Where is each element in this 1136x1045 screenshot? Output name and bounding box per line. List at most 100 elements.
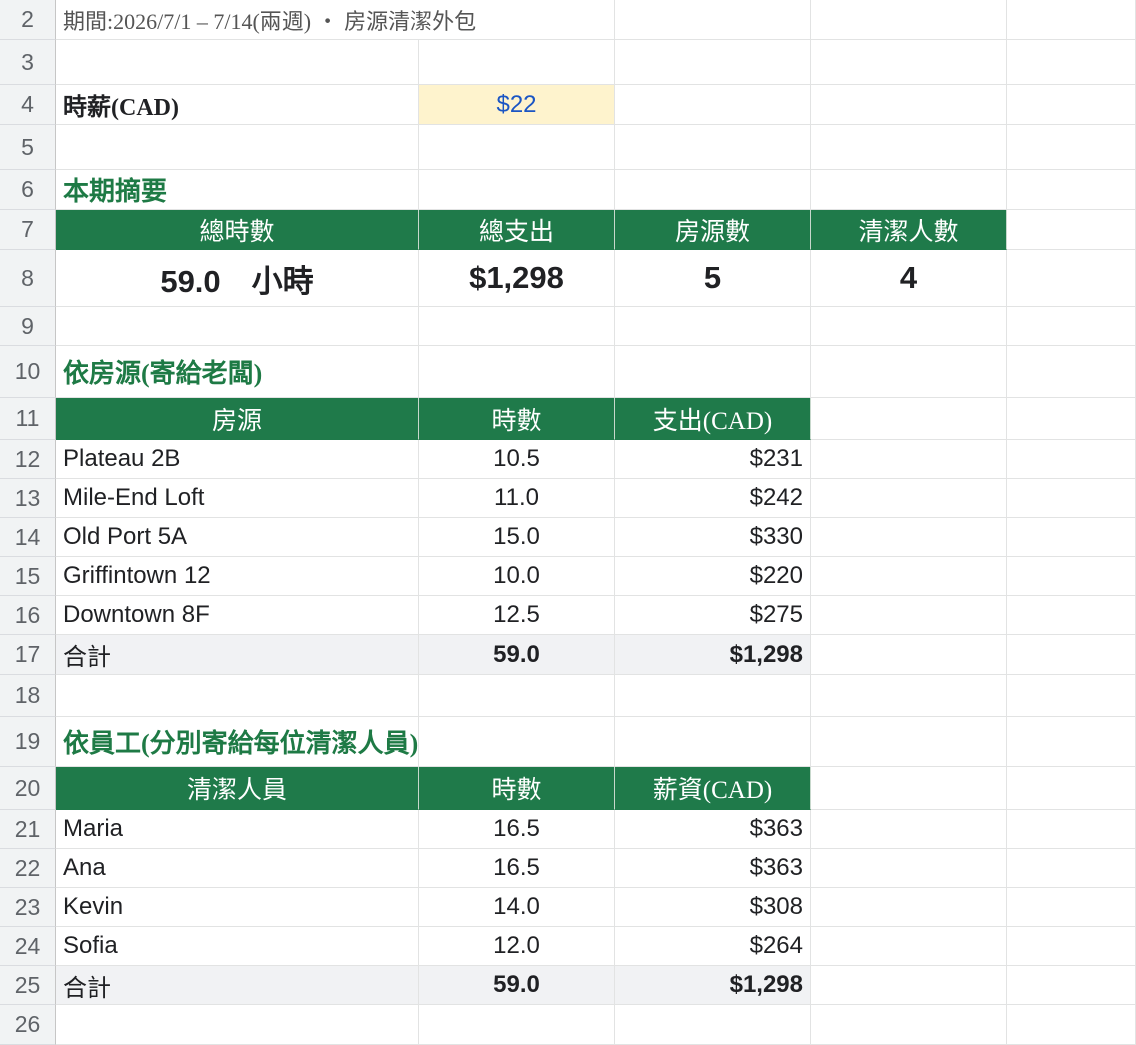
- cell[interactable]: [419, 675, 615, 717]
- staff-total-pay[interactable]: $1,298: [615, 966, 811, 1005]
- cell[interactable]: [1007, 125, 1136, 170]
- staff-name[interactable]: Sofia: [56, 927, 419, 966]
- summary-header-spend[interactable]: 總支出: [419, 210, 615, 250]
- by-staff-title[interactable]: 依員工(分別寄給每位清潔人員): [56, 717, 419, 767]
- summary-total-spend[interactable]: $1,298: [419, 250, 615, 307]
- property-name[interactable]: Downtown 8F: [56, 596, 419, 635]
- cell[interactable]: [56, 125, 419, 170]
- cell[interactable]: [1007, 346, 1136, 398]
- cell[interactable]: [615, 1005, 811, 1045]
- cell[interactable]: [419, 125, 615, 170]
- row-header[interactable]: 17: [0, 635, 56, 675]
- cell[interactable]: [56, 675, 419, 717]
- staff-name[interactable]: Maria: [56, 810, 419, 849]
- staff-header-hours[interactable]: 時數: [419, 767, 615, 810]
- row-header[interactable]: 19: [0, 717, 56, 767]
- cell[interactable]: [56, 40, 419, 85]
- property-spend[interactable]: $231: [615, 440, 811, 479]
- staff-name[interactable]: Kevin: [56, 888, 419, 927]
- summary-cleaner-count[interactable]: 4: [811, 250, 1007, 307]
- cell[interactable]: [811, 479, 1007, 518]
- cell[interactable]: [1007, 596, 1136, 635]
- row-header[interactable]: 4: [0, 85, 56, 125]
- summary-property-count[interactable]: 5: [615, 250, 811, 307]
- period-cell[interactable]: 期間:2026/7/1 – 7/14(兩週) ・ 房源清潔外包: [56, 0, 615, 40]
- row-header[interactable]: 5: [0, 125, 56, 170]
- row-header[interactable]: 6: [0, 170, 56, 210]
- staff-pay[interactable]: $363: [615, 849, 811, 888]
- cell[interactable]: [1007, 849, 1136, 888]
- cell[interactable]: [419, 40, 615, 85]
- row-header[interactable]: 10: [0, 346, 56, 398]
- cell[interactable]: [1007, 40, 1136, 85]
- cell[interactable]: [615, 125, 811, 170]
- property-hours[interactable]: 10.5: [419, 440, 615, 479]
- row-header[interactable]: 12: [0, 440, 56, 479]
- property-header-name[interactable]: 房源: [56, 398, 419, 440]
- cell[interactable]: [811, 307, 1007, 346]
- cell[interactable]: [811, 440, 1007, 479]
- property-total-hours[interactable]: 59.0: [419, 635, 615, 675]
- rate-label[interactable]: 時薪(CAD): [56, 85, 419, 125]
- staff-total-hours[interactable]: 59.0: [419, 966, 615, 1005]
- cell[interactable]: [1007, 717, 1136, 767]
- property-hours[interactable]: 10.0: [419, 557, 615, 596]
- cell[interactable]: [615, 717, 811, 767]
- property-hours[interactable]: 15.0: [419, 518, 615, 557]
- staff-hours[interactable]: 12.0: [419, 927, 615, 966]
- property-total-spend[interactable]: $1,298: [615, 635, 811, 675]
- staff-name[interactable]: Ana: [56, 849, 419, 888]
- cell[interactable]: [1007, 398, 1136, 440]
- cell[interactable]: [615, 85, 811, 125]
- row-header[interactable]: 23: [0, 888, 56, 927]
- cell[interactable]: [419, 170, 615, 210]
- cell[interactable]: [1007, 307, 1136, 346]
- rate-value[interactable]: $22: [419, 85, 615, 125]
- cell[interactable]: [811, 966, 1007, 1005]
- cell[interactable]: [1007, 250, 1136, 307]
- cell[interactable]: [811, 849, 1007, 888]
- row-header[interactable]: 13: [0, 479, 56, 518]
- cell[interactable]: [811, 888, 1007, 927]
- cell[interactable]: [811, 675, 1007, 717]
- cell[interactable]: [1007, 85, 1136, 125]
- cell[interactable]: [1007, 966, 1136, 1005]
- summary-header-properties[interactable]: 房源數: [615, 210, 811, 250]
- cell[interactable]: [811, 125, 1007, 170]
- cell[interactable]: [811, 346, 1007, 398]
- cell[interactable]: [615, 0, 811, 40]
- cell[interactable]: [811, 85, 1007, 125]
- cell[interactable]: [811, 767, 1007, 810]
- cell[interactable]: [615, 675, 811, 717]
- cell[interactable]: [419, 1005, 615, 1045]
- cell[interactable]: [1007, 635, 1136, 675]
- property-header-hours[interactable]: 時數: [419, 398, 615, 440]
- cell[interactable]: [811, 810, 1007, 849]
- row-header[interactable]: 14: [0, 518, 56, 557]
- row-header[interactable]: 22: [0, 849, 56, 888]
- cell[interactable]: [811, 927, 1007, 966]
- property-spend[interactable]: $275: [615, 596, 811, 635]
- staff-hours[interactable]: 16.5: [419, 810, 615, 849]
- cell[interactable]: [615, 307, 811, 346]
- staff-pay[interactable]: $264: [615, 927, 811, 966]
- cell[interactable]: [1007, 810, 1136, 849]
- cell[interactable]: [1007, 675, 1136, 717]
- summary-header-cleaners[interactable]: 清潔人數: [811, 210, 1007, 250]
- cell[interactable]: [811, 40, 1007, 85]
- property-spend[interactable]: $242: [615, 479, 811, 518]
- property-spend[interactable]: $330: [615, 518, 811, 557]
- row-header[interactable]: 3: [0, 40, 56, 85]
- cell[interactable]: [56, 307, 419, 346]
- cell[interactable]: [1007, 170, 1136, 210]
- cell[interactable]: [1007, 557, 1136, 596]
- cell[interactable]: [811, 635, 1007, 675]
- by-property-title[interactable]: 依房源(寄給老闆): [56, 346, 419, 398]
- cell[interactable]: [1007, 767, 1136, 810]
- cell[interactable]: [419, 717, 615, 767]
- cell[interactable]: [419, 346, 615, 398]
- cell[interactable]: [1007, 888, 1136, 927]
- row-header[interactable]: 11: [0, 398, 56, 440]
- cell[interactable]: [811, 1005, 1007, 1045]
- row-header[interactable]: 9: [0, 307, 56, 346]
